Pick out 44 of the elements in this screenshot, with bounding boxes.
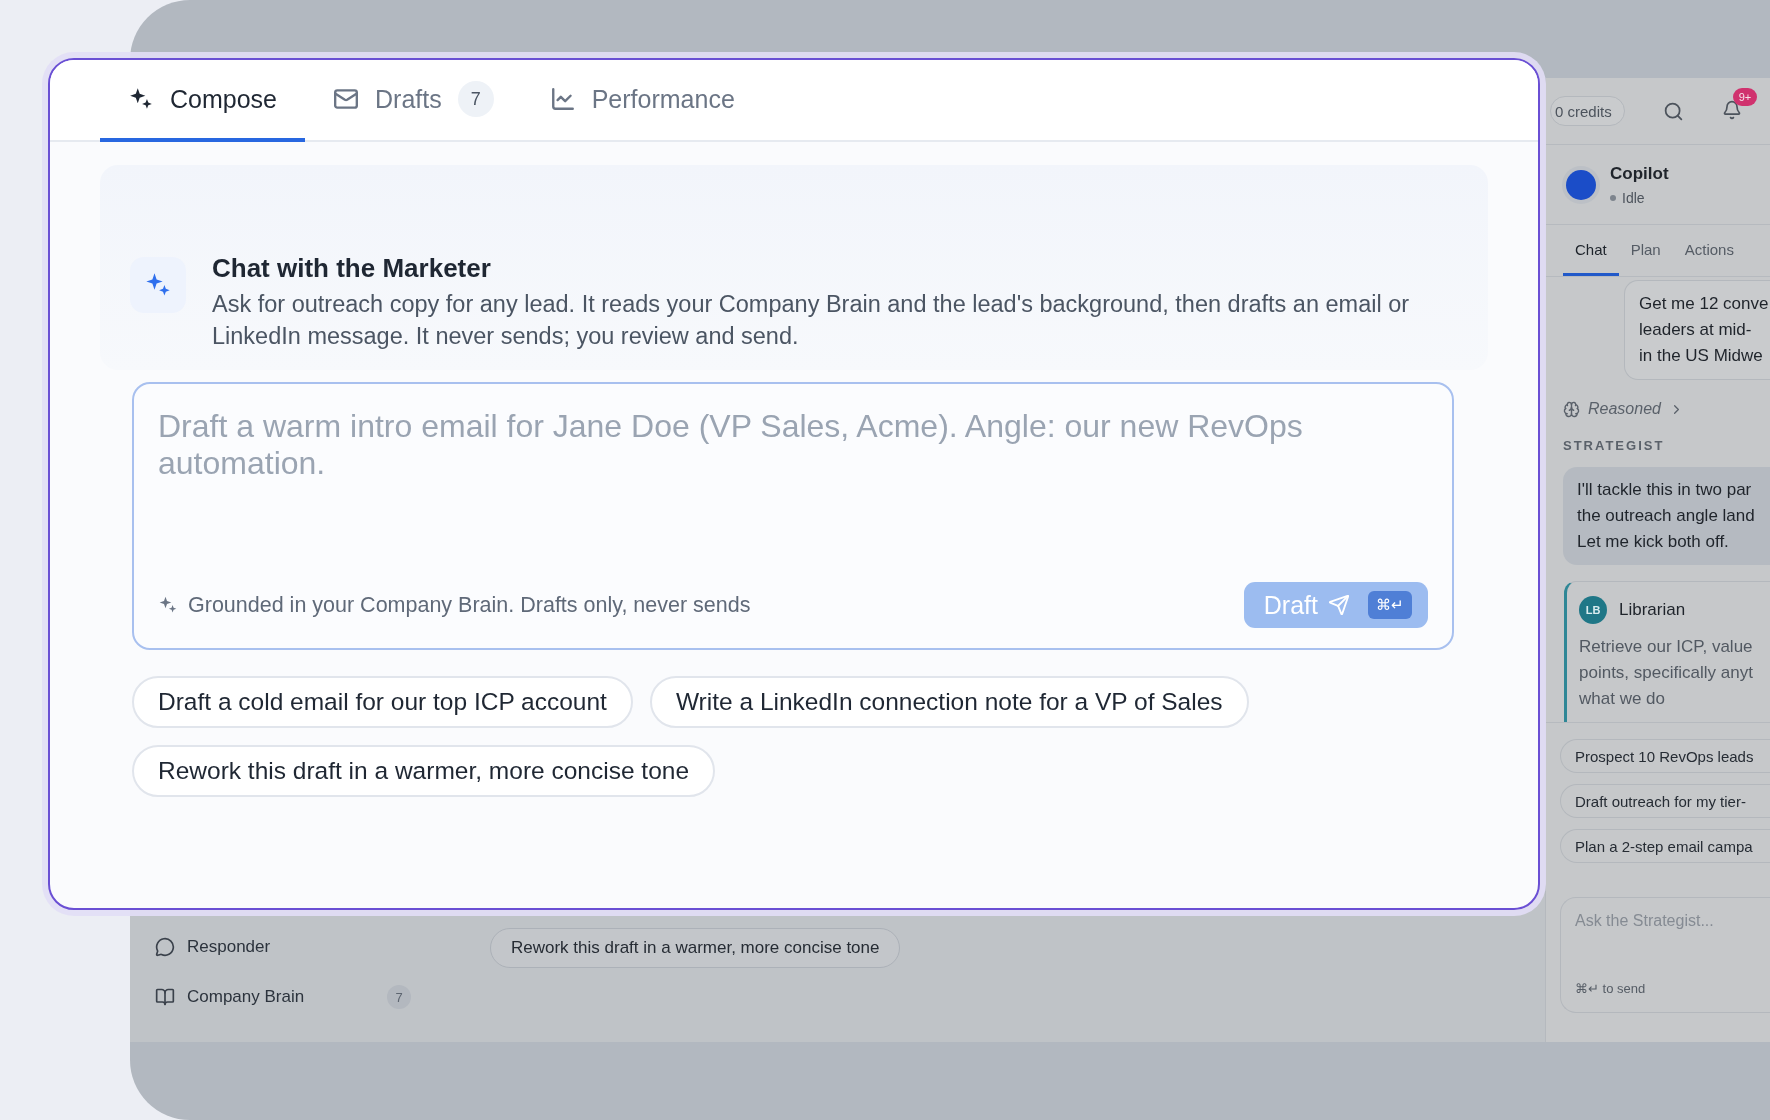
reasoned-toggle[interactable]: Reasoned: [1588, 400, 1661, 418]
credits-pill: 0 credits: [1550, 96, 1625, 126]
suggestion-chip[interactable]: Draft a cold email for our top ICP account: [132, 676, 633, 728]
search-icon[interactable]: [1662, 100, 1684, 122]
bell-icon[interactable]: [1721, 100, 1742, 120]
sparkles-icon: [158, 595, 178, 615]
panel-tab[interactable]: Actions: [1672, 225, 1746, 276]
send-icon: [1328, 594, 1350, 616]
notification-badge: 9+: [1732, 88, 1758, 106]
dialog-tab[interactable]: Compose: [100, 60, 305, 142]
dialog-tab[interactable]: Performance: [521, 60, 763, 142]
suggestion-chip[interactable]: Rework this draft in a warmer, more concise tone: [490, 928, 901, 968]
avatar: LB: [1579, 596, 1607, 624]
delegate-name: Librarian: [1619, 600, 1686, 620]
panel-tab[interactable]: Chat: [1563, 225, 1619, 276]
intro-title: Chat with the Marketer: [212, 253, 492, 284]
count-badge: 7: [457, 81, 494, 117]
agent-avatar: [1566, 169, 1596, 200]
intro-description: Ask for outreach copy for any lead. It reads your Company Brain and the lead's background, then drafts an email or LinkedIn message. It never sends; you review and send.: [212, 290, 1411, 351]
user-message: Get me 12 conve leaders at mid- in the US Midwe: [1624, 280, 1770, 380]
book-icon: [155, 987, 175, 1007]
field-placeholder: Ask the Strategist...: [1575, 912, 1714, 930]
count-badge: 7: [387, 985, 411, 1009]
agent-name: Copilot: [1610, 163, 1669, 184]
sidebar-item[interactable]: Responder: [187, 937, 375, 957]
dialog-tab[interactable]: Drafts 7: [305, 60, 522, 142]
suggestion-chip[interactable]: Write a LinkedIn connection note for a VP of Sales: [649, 676, 1249, 728]
role-label: STRATEGIST: [1563, 438, 1666, 453]
delegate-task: Retrieve our ICP, value points, specifically anyt what we do: [1579, 636, 1754, 710]
speech-bubble-icon: [155, 937, 175, 957]
line-chart-icon: [549, 86, 576, 112]
draft-button[interactable]: Draft ⌘↵: [1243, 582, 1428, 628]
send-hint: ⌘↵ to send: [1575, 981, 1646, 996]
mail-icon: [333, 86, 359, 112]
prompt-field[interactable]: Draft a warm intro email for Jane Doe (VP Sales, Acme). Angle: our new RevOps automation. Grounded in your Company Brain. Drafts only, never sends Draft ⌘↵: [132, 382, 1454, 650]
suggestion-chip[interactable]: Rework this draft in a warmer, more concise tone: [132, 745, 716, 797]
brain-icon: [1563, 400, 1580, 418]
message-field[interactable]: Ask the Strategist... ⌘↵ to send: [1560, 897, 1770, 1013]
assistant-message: I'll tackle this in two par the outreach angle land Let me kick both off.: [1563, 467, 1770, 565]
panel-tab[interactable]: Plan: [1618, 225, 1673, 276]
sidebar-item[interactable]: Company Brain: [187, 987, 375, 1007]
agent-status: Idle: [1622, 189, 1645, 206]
status-dot: [1610, 194, 1616, 201]
composer-hint: Grounded in your Company Brain. Drafts only, never sends: [188, 592, 751, 618]
